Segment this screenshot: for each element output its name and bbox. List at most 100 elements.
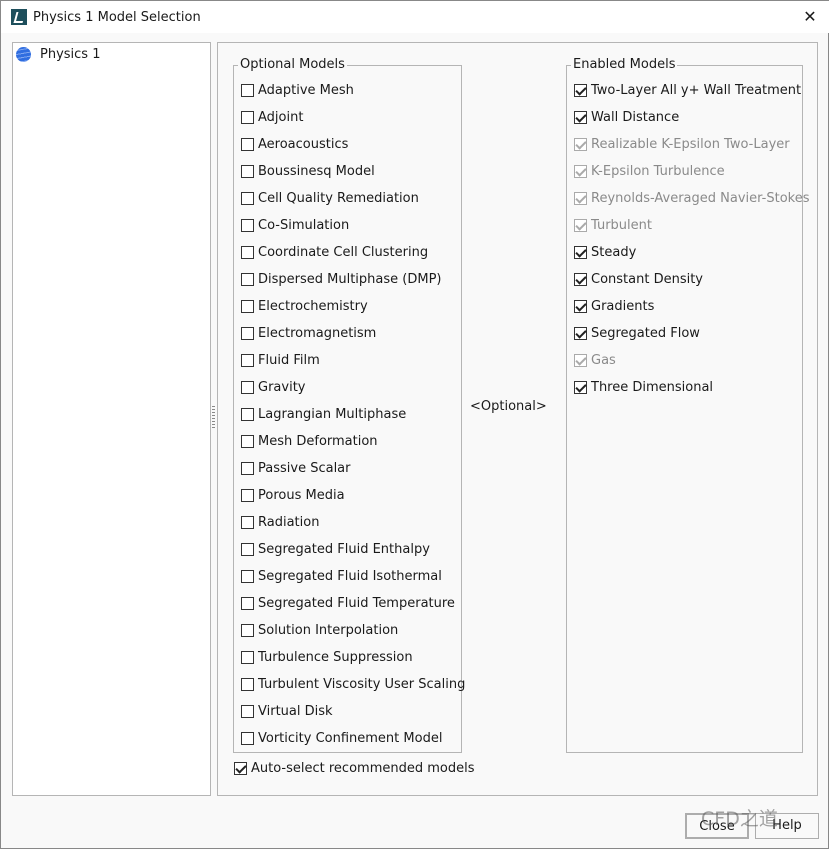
model-checkbox-row[interactable]: Passive Scalar (241, 459, 351, 477)
model-label: Adaptive Mesh (258, 82, 354, 98)
checkbox[interactable] (241, 110, 254, 124)
model-label: Virtual Disk (258, 703, 333, 719)
model-label: Three Dimensional (591, 379, 714, 395)
checkbox[interactable] (241, 353, 254, 367)
checkbox[interactable] (241, 704, 254, 718)
checkbox[interactable] (241, 164, 254, 178)
app-icon (11, 9, 27, 25)
model-label: Gravity (258, 379, 306, 395)
model-checkbox-row[interactable]: Gas (574, 351, 616, 369)
model-checkbox-row[interactable]: Electrochemistry (241, 297, 368, 315)
model-checkbox-row[interactable]: Reynolds-Averaged Navier-Stokes (574, 189, 809, 207)
model-checkbox-row[interactable]: Segregated Fluid Isothermal (241, 567, 442, 585)
model-checkbox-row[interactable]: Electromagnetism (241, 324, 376, 342)
model-label: Gradients (591, 298, 655, 314)
checkbox[interactable] (574, 83, 587, 97)
checkbox[interactable] (241, 272, 254, 286)
model-label: Segregated Fluid Enthalpy (258, 541, 430, 557)
model-checkbox-row[interactable]: Wall Distance (574, 108, 679, 126)
model-checkbox-row[interactable]: Dispersed Multiphase (DMP) (241, 270, 442, 288)
model-label: Radiation (258, 514, 320, 530)
model-checkbox-row[interactable]: Coordinate Cell Clustering (241, 243, 428, 261)
model-checkbox-row[interactable]: Aeroacoustics (241, 135, 348, 153)
model-label: Constant Density (591, 271, 703, 287)
model-checkbox-row[interactable]: Vorticity Confinement Model (241, 729, 442, 747)
model-checkbox-row[interactable]: Virtual Disk (241, 702, 333, 720)
model-checkbox-row[interactable]: Radiation (241, 513, 319, 531)
close-button[interactable]: Close (685, 813, 749, 839)
model-checkbox-row[interactable]: Turbulent Viscosity User Scaling (241, 675, 465, 693)
checkbox[interactable] (241, 218, 254, 232)
checkbox[interactable] (241, 677, 254, 691)
model-checkbox-row[interactable]: Solution Interpolation (241, 621, 398, 639)
model-checkbox-row[interactable]: K-Epsilon Turbulence (574, 162, 725, 180)
auto-select-checkbox[interactable]: Auto-select recommended models (234, 761, 474, 776)
checkbox[interactable] (574, 245, 587, 259)
model-checkbox-row[interactable]: Adaptive Mesh (241, 81, 354, 99)
checkbox[interactable] (241, 596, 254, 610)
checkbox[interactable] (241, 137, 254, 151)
checkbox (574, 353, 587, 367)
checkbox[interactable] (241, 326, 254, 340)
checkbox[interactable] (241, 515, 254, 529)
model-checkbox-row[interactable]: Two-Layer All y+ Wall Treatment (574, 81, 801, 99)
model-checkbox-row[interactable]: Constant Density (574, 270, 703, 288)
checkbox[interactable] (574, 110, 587, 124)
checkbox[interactable] (241, 83, 254, 97)
checkbox[interactable] (241, 299, 254, 313)
model-checkbox-row[interactable]: Turbulent (574, 216, 652, 234)
model-label: K-Epsilon Turbulence (591, 163, 725, 179)
model-checkbox-row[interactable]: Adjoint (241, 108, 303, 126)
model-checkbox-row[interactable]: Mesh Deformation (241, 432, 378, 450)
enabled-models-label: Enabled Models (571, 57, 678, 73)
model-label: Electromagnetism (258, 325, 377, 341)
checkbox[interactable] (241, 407, 254, 421)
checkbox[interactable] (574, 380, 587, 394)
model-checkbox-row[interactable]: Gravity (241, 378, 305, 396)
checkbox[interactable] (241, 731, 254, 745)
model-label: Reynolds-Averaged Navier-Stokes (591, 190, 810, 206)
model-label: Turbulent (591, 217, 652, 233)
enabled-models-group: Enabled Models Two-Layer All y+ Wall Tre… (566, 57, 809, 753)
model-checkbox-row[interactable]: Segregated Fluid Temperature (241, 594, 455, 612)
model-checkbox-row[interactable]: Turbulence Suppression (241, 648, 413, 666)
model-checkbox-row[interactable]: Three Dimensional (574, 378, 713, 396)
model-label: Steady (591, 244, 637, 260)
model-checkbox-row[interactable]: Segregated Flow (574, 324, 700, 342)
window-title: Physics 1 Model Selection (33, 9, 201, 25)
checkbox[interactable] (241, 461, 254, 475)
checkbox[interactable] (574, 272, 587, 286)
checkbox[interactable] (241, 623, 254, 637)
model-checkbox-row[interactable]: Realizable K-Epsilon Two-Layer (574, 135, 790, 153)
model-checkbox-row[interactable]: Cell Quality Remediation (241, 189, 419, 207)
model-label: Realizable K-Epsilon Two-Layer (591, 136, 790, 152)
model-checkbox-row[interactable]: Steady (574, 243, 636, 261)
model-label: Electrochemistry (258, 298, 368, 314)
tree-item-physics-1[interactable]: Physics 1 (16, 47, 100, 62)
checkbox[interactable] (241, 380, 254, 394)
checkbox[interactable] (241, 191, 254, 205)
model-checkbox-row[interactable]: Lagrangian Multiphase (241, 405, 406, 423)
checkbox[interactable] (574, 326, 587, 340)
checkbox[interactable] (241, 245, 254, 259)
checkbox[interactable] (241, 569, 254, 583)
model-checkbox-row[interactable]: Fluid Film (241, 351, 320, 369)
checkbox[interactable] (241, 542, 254, 556)
checkbox[interactable] (234, 762, 247, 775)
model-label: Mesh Deformation (258, 433, 378, 449)
model-checkbox-row[interactable]: Segregated Fluid Enthalpy (241, 540, 430, 558)
splitter-handle[interactable] (212, 406, 215, 430)
checkbox[interactable] (241, 650, 254, 664)
help-button[interactable]: Help (755, 813, 819, 839)
model-label: Gas (591, 352, 616, 368)
model-label: Fluid Film (258, 352, 320, 368)
checkbox[interactable] (241, 488, 254, 502)
close-window-icon[interactable]: ✕ (800, 7, 820, 26)
model-label: Boussinesq Model (258, 163, 375, 179)
checkbox[interactable] (574, 299, 587, 313)
checkbox[interactable] (241, 434, 254, 448)
model-checkbox-row[interactable]: Porous Media (241, 486, 345, 504)
model-checkbox-row[interactable]: Co-Simulation (241, 216, 349, 234)
model-checkbox-row[interactable]: Boussinesq Model (241, 162, 375, 180)
model-checkbox-row[interactable]: Gradients (574, 297, 654, 315)
